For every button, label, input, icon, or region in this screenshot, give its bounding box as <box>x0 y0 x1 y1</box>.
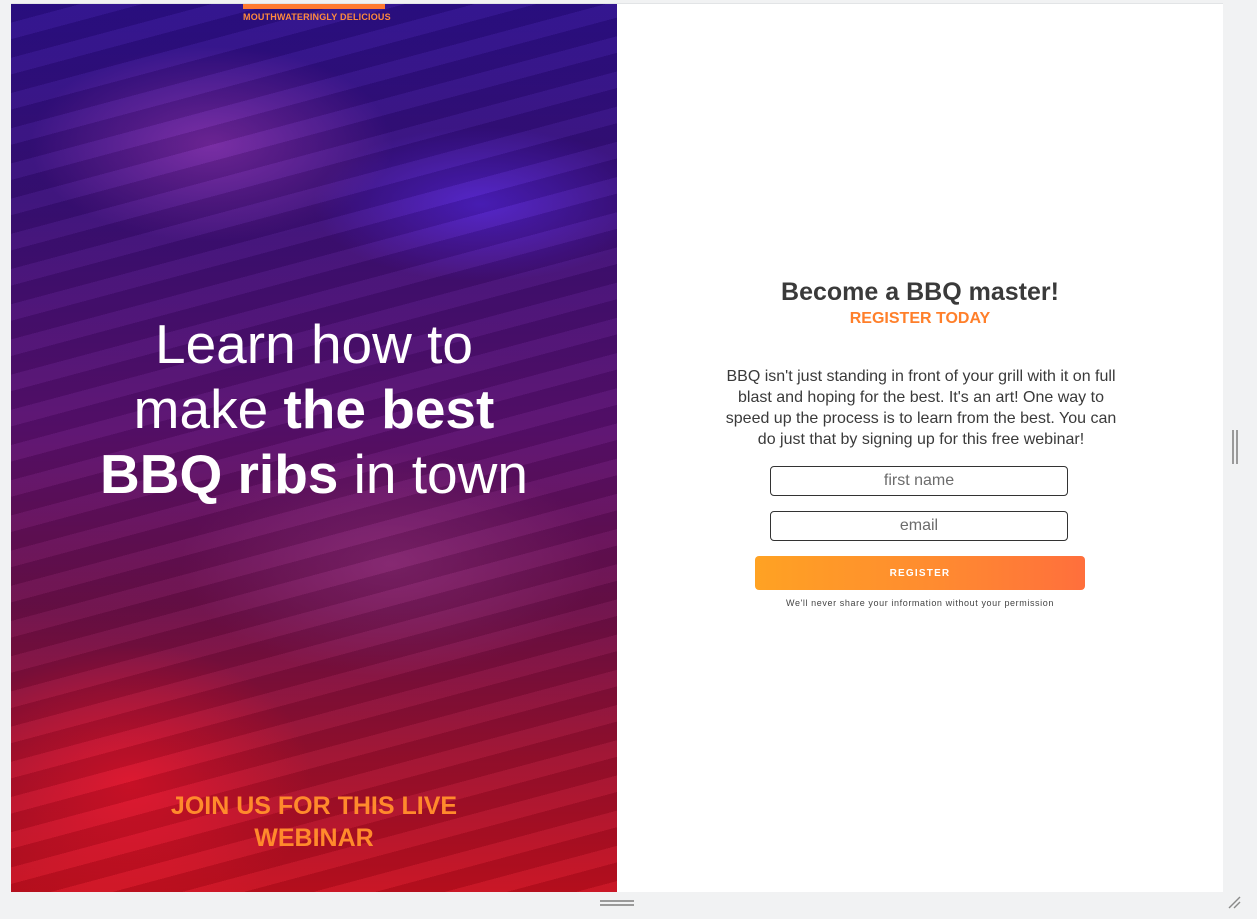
email-input[interactable] <box>770 511 1068 541</box>
hero-section: MOUTHWATERINGLY DELICIOUS Learn how to m… <box>11 4 617 892</box>
form-title: Become a BBQ master! <box>781 278 1059 306</box>
form-description: BBQ isn't just standing in front of your… <box>725 368 1117 448</box>
brand-tag: MOUTHWATERINGLY DELICIOUS <box>243 4 391 22</box>
resize-corner-icon[interactable] <box>1227 895 1241 909</box>
headline-line-3-bold: BBQ ribs <box>100 443 339 505</box>
headline-line-1: Learn how to <box>155 313 473 375</box>
cta-line-2: WEBINAR <box>254 824 374 852</box>
privacy-note: We'll never share your information witho… <box>786 598 1054 608</box>
resize-handle-vertical-icon[interactable] <box>1232 430 1239 464</box>
webinar-cta-text: JOIN US FOR THIS LIVE WEBINAR <box>11 790 617 854</box>
hero-headline: Learn how to make the best BBQ ribs in t… <box>11 312 617 507</box>
headline-line-3-suffix: in town <box>338 443 528 505</box>
page-canvas: MOUTHWATERINGLY DELICIOUS Learn how to m… <box>11 3 1223 892</box>
cta-line-1: JOIN US FOR THIS LIVE <box>170 792 458 820</box>
resize-handle-horizontal-icon[interactable] <box>600 900 634 907</box>
headline-line-2-bold: the best <box>283 378 495 440</box>
registration-panel: Become a BBQ master! REGISTER TODAY BBQ … <box>617 4 1223 892</box>
headline-line-2-prefix: make <box>133 378 284 440</box>
first-name-input[interactable] <box>770 466 1068 496</box>
register-button[interactable]: REGISTER <box>755 556 1085 590</box>
form-subtitle: REGISTER TODAY <box>849 310 991 327</box>
